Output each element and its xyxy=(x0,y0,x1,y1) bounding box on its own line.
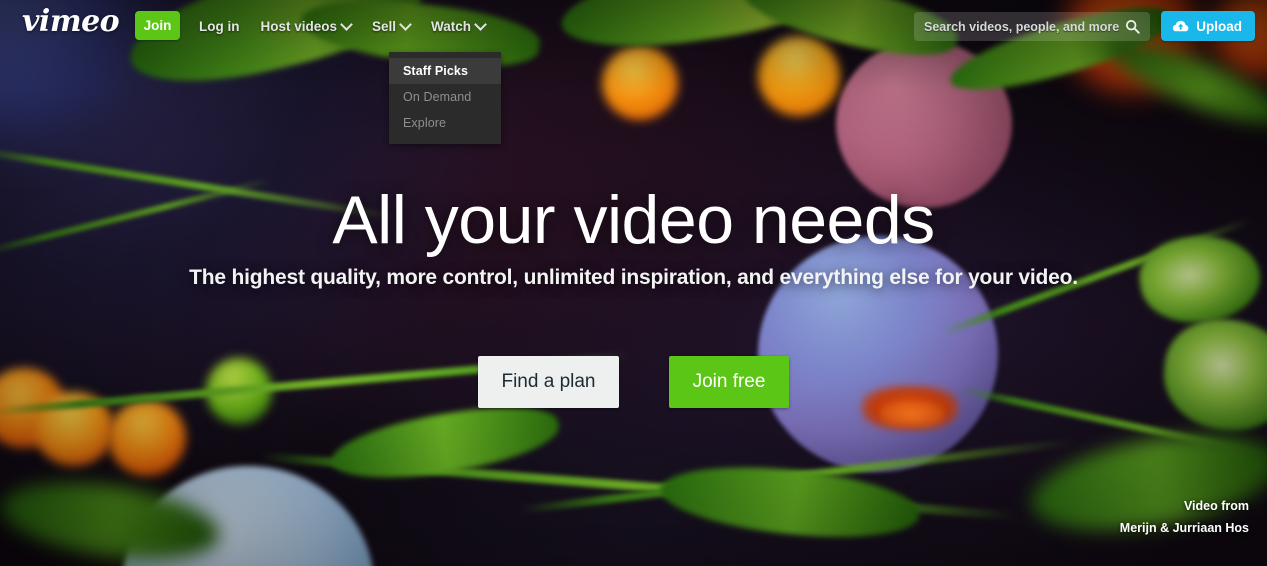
vimeo-logo[interactable]: vimeo xyxy=(22,7,120,37)
dropdown-item-label: Explore xyxy=(403,116,447,130)
join-button[interactable]: Join xyxy=(135,11,180,40)
dropdown-item-label: On Demand xyxy=(403,90,472,104)
background-vignette xyxy=(0,0,1267,566)
hero-background-video xyxy=(0,0,1267,566)
hero-cta-row: Find a plan Join free xyxy=(0,356,1267,408)
dropdown-item-staff-picks[interactable]: Staff Picks xyxy=(389,58,501,84)
page-root: vimeo Join Log in Host videos Sell Watch xyxy=(0,0,1267,566)
join-free-button[interactable]: Join free xyxy=(669,356,789,408)
watch-dropdown-menu: Staff Picks On Demand Explore xyxy=(389,52,501,144)
primary-nav: Log in Host videos Sell Watch xyxy=(199,0,485,53)
dropdown-item-label: Staff Picks xyxy=(403,64,469,78)
nav-item-label: Host videos xyxy=(260,19,338,34)
video-credit-author[interactable]: Merijn & Jurriaan Hos xyxy=(1120,518,1249,540)
nav-item-label: Watch xyxy=(431,19,472,34)
chevron-down-icon xyxy=(401,20,410,29)
search-box[interactable] xyxy=(914,12,1150,41)
nav-item-sell[interactable]: Sell xyxy=(372,19,410,34)
nav-item-watch[interactable]: Watch xyxy=(431,19,485,34)
search-input[interactable] xyxy=(924,19,1125,34)
dropdown-item-explore[interactable]: Explore xyxy=(389,110,501,136)
nav-item-log-in[interactable]: Log in xyxy=(199,19,240,34)
upload-button[interactable]: Upload xyxy=(1161,11,1255,41)
dropdown-item-on-demand[interactable]: On Demand xyxy=(389,84,501,110)
nav-item-host-videos[interactable]: Host videos xyxy=(261,19,352,34)
site-header: vimeo Join Log in Host videos Sell Watch xyxy=(0,0,1267,53)
nav-item-label: Log in xyxy=(199,19,240,34)
chevron-down-icon xyxy=(476,20,485,29)
nav-item-label: Sell xyxy=(372,19,397,34)
chevron-down-icon xyxy=(342,20,351,29)
cloud-upload-icon xyxy=(1173,20,1189,32)
find-a-plan-button[interactable]: Find a plan xyxy=(478,356,619,408)
upload-button-label: Upload xyxy=(1196,18,1242,34)
search-icon[interactable] xyxy=(1125,19,1140,34)
